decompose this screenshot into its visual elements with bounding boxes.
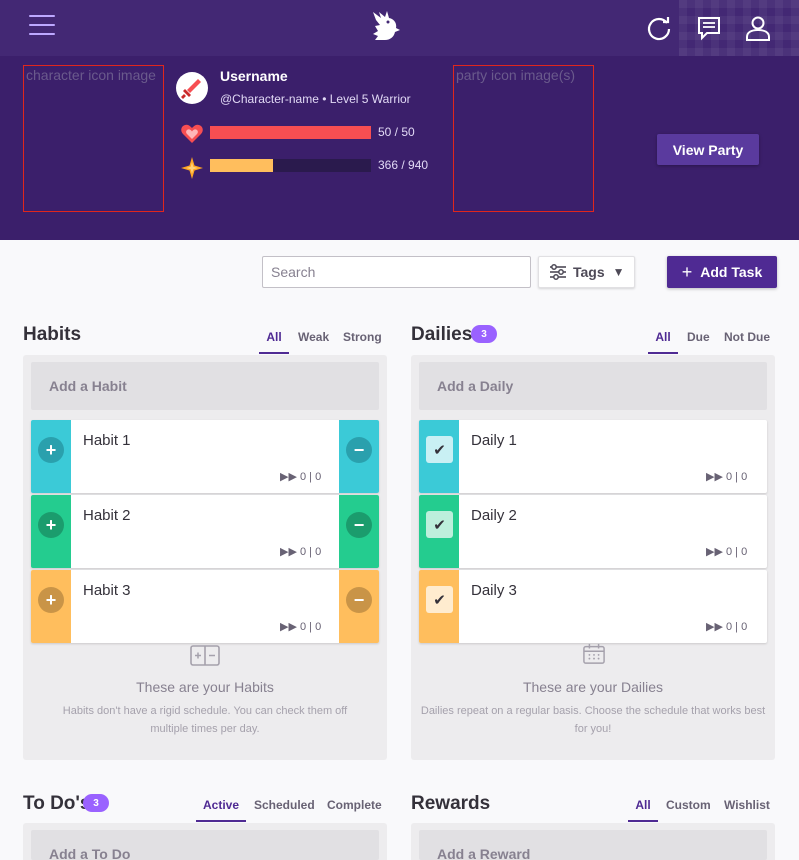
user-icon[interactable] [744,14,772,42]
habit-streak: ▶▶ 0 | 0 [280,621,322,633]
star-icon [181,157,203,179]
daily-streak: ▶▶ 0 | 0 [706,546,748,558]
health-bar [210,126,371,139]
character-level-line: @Character-name • Level 5 Warrior [220,92,411,106]
todos-filter-active[interactable]: Active [196,798,246,822]
dailies-empty-title: These are your Dailies [522,679,664,695]
daily-title: Daily 3 [471,582,517,599]
daily-check-side[interactable]: ✔ [419,420,459,493]
rewards-title: Rewards [411,793,491,814]
add-todo-input[interactable]: Add a To Do [31,830,379,860]
sync-icon[interactable] [645,14,673,42]
todos-filter-complete[interactable]: Complete [327,798,382,820]
checkmark-icon[interactable]: ✔ [426,586,453,613]
checkmark-icon[interactable]: ✔ [426,511,453,538]
minus-icon[interactable]: − [346,587,372,613]
daily-streak: ▶▶ 0 | 0 [706,621,748,633]
daily-task[interactable]: ✔ Daily 1 ▶▶ 0 | 0 [419,420,767,493]
habits-empty-description: Habits don't have a rigid schedule. You … [62,705,348,735]
experience-bar-fill [210,159,273,172]
party-image-label: party icon image(s) [456,67,576,83]
habit-title: Habit 2 [83,507,131,524]
plus-icon[interactable]: + [38,587,64,613]
habit-minus-side[interactable]: − [339,420,379,493]
habit-title: Habit 1 [83,432,131,449]
chat-icon[interactable] [695,14,723,42]
party-icon-image: party icon image(s) [453,65,594,212]
top-navigation-bar [0,0,799,56]
habits-title: Habits [23,324,82,345]
habit-task[interactable]: + Habit 1 ▶▶ 0 | 0 − [31,420,379,493]
habits-filter-all[interactable]: All [259,330,289,354]
habit-plus-minus-icon [190,645,220,666]
dailies-filter-all[interactable]: All [648,330,678,354]
habit-streak: ▶▶ 0 | 0 [280,471,322,483]
habit-minus-side[interactable]: − [339,495,379,568]
rewards-filter-wishlist[interactable]: Wishlist [724,798,770,820]
tags-dropdown[interactable]: Tags ▼ [538,256,635,288]
health-bar-fill [210,126,371,139]
heart-icon [181,124,203,143]
experience-value: 366 / 940 [378,158,429,172]
habits-filter-weak[interactable]: Weak [298,330,329,352]
add-reward-input[interactable]: Add a Reward [419,830,767,860]
daily-streak: ▶▶ 0 | 0 [706,471,748,483]
habit-minus-side[interactable]: − [339,570,379,643]
class-badge [176,72,208,104]
checkmark-icon[interactable]: ✔ [426,436,453,463]
habit-task[interactable]: + Habit 2 ▶▶ 0 | 0 − [31,495,379,568]
username: Username [220,68,288,84]
add-task-button[interactable]: + Add Task [667,256,777,288]
todos-title: To Do's [23,793,91,814]
gryphon-logo[interactable] [367,8,403,44]
dailies-filter-due[interactable]: Due [687,330,710,352]
daily-check-side[interactable]: ✔ [419,495,459,568]
habit-title: Habit 3 [83,582,131,599]
todos-filter-scheduled[interactable]: Scheduled [254,798,315,820]
todos-count-badge: 3 [83,794,109,812]
character-image-label: character icon image [26,67,156,83]
health-value: 50 / 50 [378,125,415,139]
daily-title: Daily 2 [471,507,517,524]
daily-task[interactable]: ✔ Daily 3 ▶▶ 0 | 0 [419,570,767,643]
calendar-icon [583,643,605,664]
habits-empty-title: These are your Habits [136,679,274,695]
dailies-title: Dailies [411,324,473,345]
minus-icon[interactable]: − [346,512,372,538]
filter-sliders-icon [550,264,566,280]
caret-down-icon: ▼ [612,265,625,279]
dailies-filter-not-due[interactable]: Not Due [724,330,770,352]
plus-icon[interactable]: + [38,512,64,538]
experience-bar [210,159,371,172]
add-daily-input[interactable]: Add a Daily [419,362,767,410]
sword-icon [181,79,201,99]
dailies-count-badge: 3 [471,325,497,343]
daily-task[interactable]: ✔ Daily 2 ▶▶ 0 | 0 [419,495,767,568]
add-task-label: Add Task [700,264,763,280]
rewards-filter-custom[interactable]: Custom [666,798,711,820]
habit-plus-side[interactable]: + [31,570,71,643]
daily-check-side[interactable]: ✔ [419,570,459,643]
search-input[interactable] [262,256,531,288]
add-habit-input[interactable]: Add a Habit [31,362,379,410]
habits-filter-strong[interactable]: Strong [343,330,382,352]
habit-task[interactable]: + Habit 3 ▶▶ 0 | 0 − [31,570,379,643]
habit-plus-side[interactable]: + [31,495,71,568]
minus-icon[interactable]: − [346,437,372,463]
tags-label: Tags [573,264,605,280]
character-icon-image: character icon image [23,65,164,212]
menu-icon[interactable] [29,15,55,37]
dailies-empty-description: Dailies repeat on a regular basis. Choos… [420,705,766,735]
view-party-button[interactable]: View Party [657,134,759,165]
habit-plus-side[interactable]: + [31,420,71,493]
rewards-filter-all[interactable]: All [628,798,658,822]
plus-icon: + [681,262,693,282]
daily-title: Daily 1 [471,432,517,449]
habit-streak: ▶▶ 0 | 0 [280,546,322,558]
plus-icon[interactable]: + [38,437,64,463]
